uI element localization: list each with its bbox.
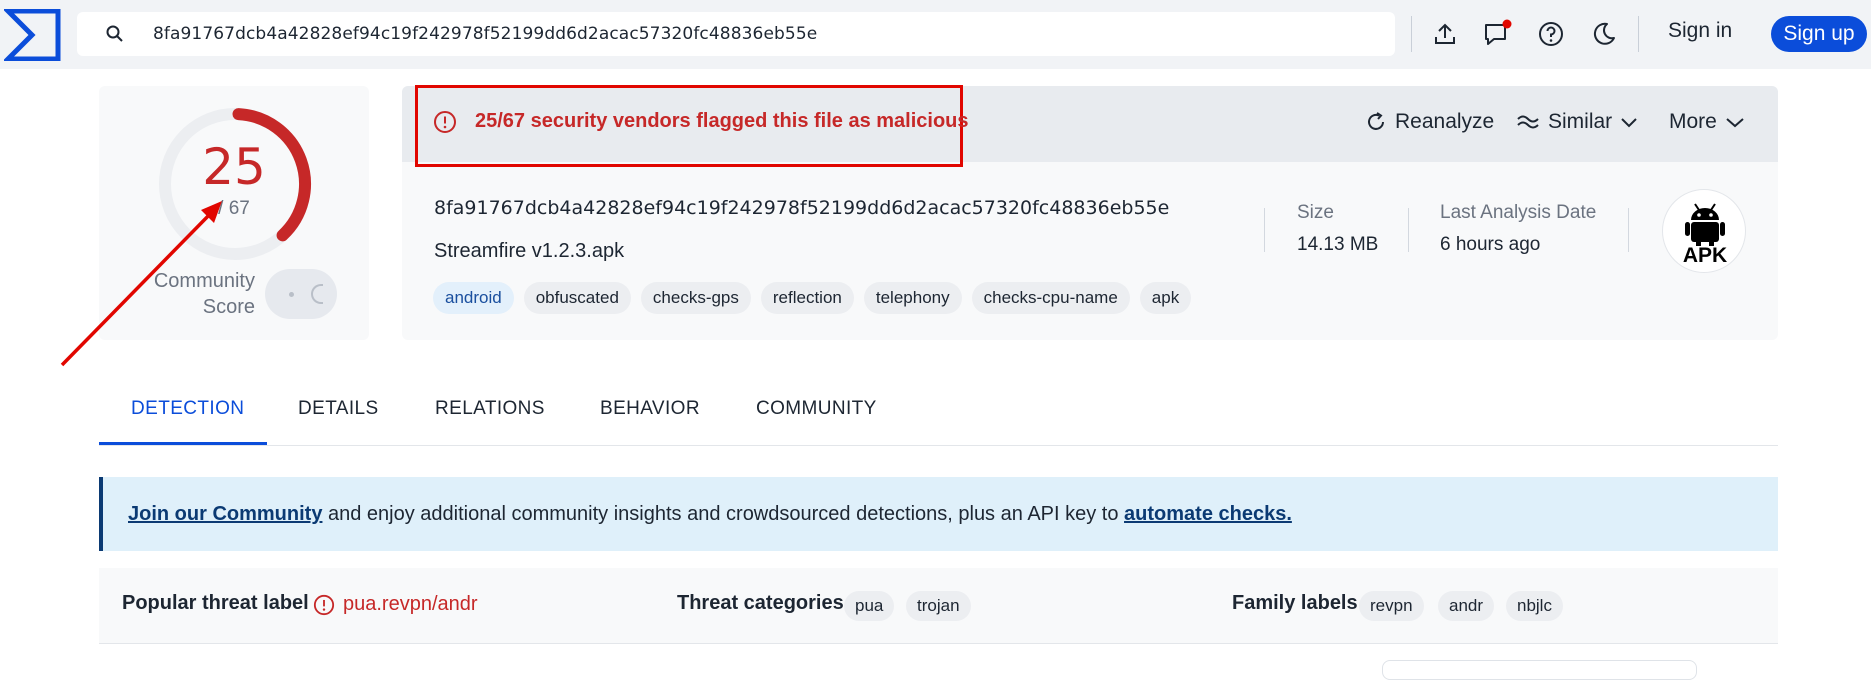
sign-up-button[interactable]: Sign up: [1771, 16, 1867, 52]
last-analysis-value: 6 hours ago: [1440, 234, 1541, 255]
chevron-down-icon: [1726, 118, 1744, 128]
search-icon: [106, 25, 123, 42]
tab-bar: DETECTION DETAILS RELATIONS BEHAVIOR COM…: [99, 380, 1778, 446]
tab-relations[interactable]: RELATIONS: [435, 398, 545, 420]
file-hash[interactable]: 8fa91767dcb4a42828ef94c19f242978f52199dd…: [434, 197, 1169, 219]
divider: [1628, 208, 1629, 252]
community-score-label: Community Score: [153, 270, 255, 318]
active-tab-indicator: [99, 442, 267, 445]
tag-item[interactable]: telephony: [863, 282, 962, 314]
banner-text: and enjoy additional community insights …: [322, 503, 1125, 525]
threat-category-tag[interactable]: trojan: [906, 591, 971, 621]
dark-mode-icon[interactable]: [1587, 17, 1621, 51]
threat-category-tag[interactable]: pua: [844, 591, 895, 621]
tab-community[interactable]: COMMUNITY: [756, 398, 877, 420]
threat-summary-row: Popular threat label pua.revpn/andr Thre…: [99, 568, 1778, 644]
family-label-tag[interactable]: andr: [1438, 591, 1495, 621]
chat-notifications-icon[interactable]: [1481, 17, 1515, 51]
tag-item[interactable]: checks-cpu-name: [971, 282, 1130, 314]
refresh-icon: [1368, 112, 1384, 130]
family-labels-label: Family labels: [1232, 592, 1358, 614]
tag-item[interactable]: android: [433, 282, 514, 314]
community-banner: Join our Community and enjoy additional …: [99, 477, 1778, 551]
search-input[interactable]: 8fa91767dcb4a42828ef94c19f242978f52199dd…: [153, 24, 817, 44]
popular-threat-value: pua.revpn/andr: [343, 593, 478, 615]
tab-behavior[interactable]: BEHAVIOR: [600, 398, 700, 420]
file-name: Streamfire v1.2.3.apk: [434, 240, 625, 262]
divider: [1408, 208, 1409, 252]
popular-threat-label: Popular threat label: [122, 592, 309, 614]
tag-item[interactable]: apk: [1139, 282, 1192, 314]
tag-item[interactable]: checks-gps: [640, 282, 751, 314]
family-label-tag[interactable]: nbjlc: [1506, 591, 1563, 621]
divider: [1638, 16, 1639, 52]
tag-item[interactable]: reflection: [760, 282, 854, 314]
join-community-link[interactable]: Join our Community: [128, 503, 322, 525]
last-analysis-label: Last Analysis Date: [1440, 202, 1597, 223]
tab-detection[interactable]: DETECTION: [131, 398, 244, 420]
tab-details[interactable]: DETAILS: [298, 398, 379, 420]
automate-checks-link[interactable]: automate checks.: [1124, 503, 1292, 525]
family-label-tag[interactable]: revpn: [1359, 591, 1424, 621]
upload-icon[interactable]: [1428, 17, 1462, 51]
file-tags: android obfuscated checks-gps reflection…: [433, 282, 1192, 314]
sign-in-link[interactable]: Sign in: [1668, 19, 1732, 43]
file-type-label: APK: [1682, 244, 1728, 267]
virustotal-logo[interactable]: [4, 9, 62, 61]
more-dropdown[interactable]: More: [1669, 110, 1745, 134]
top-bar: 8fa91767dcb4a42828ef94c19f242978f52199dd…: [0, 0, 1871, 69]
malicious-alert-text: 25/67 security vendors flagged this file…: [475, 110, 969, 132]
threat-categories-label: Threat categories: [677, 592, 844, 614]
detection-total: / 67: [218, 198, 250, 219]
partial-panel: [1382, 660, 1697, 680]
search-bar[interactable]: 8fa91767dcb4a42828ef94c19f242978f52199dd…: [77, 12, 1395, 56]
size-value: 14.13 MB: [1297, 234, 1379, 255]
help-icon[interactable]: [1534, 17, 1568, 51]
divider: [1264, 208, 1265, 252]
file-type-badge: APK: [1662, 189, 1746, 273]
score-card: 25 / 67 Community Score: [99, 86, 369, 340]
size-label: Size: [1297, 202, 1334, 223]
tag-item[interactable]: obfuscated: [523, 282, 631, 314]
chevron-down-icon: [1621, 118, 1637, 128]
alert-icon: [434, 111, 456, 133]
community-score-toggle[interactable]: [265, 269, 337, 319]
alert-icon: [313, 594, 335, 616]
reanalyze-button[interactable]: Reanalyze: [1365, 110, 1494, 134]
similar-icon: [1517, 115, 1539, 129]
similar-dropdown[interactable]: Similar: [1516, 110, 1638, 134]
divider: [1411, 16, 1412, 52]
detection-count: 25: [202, 138, 266, 196]
